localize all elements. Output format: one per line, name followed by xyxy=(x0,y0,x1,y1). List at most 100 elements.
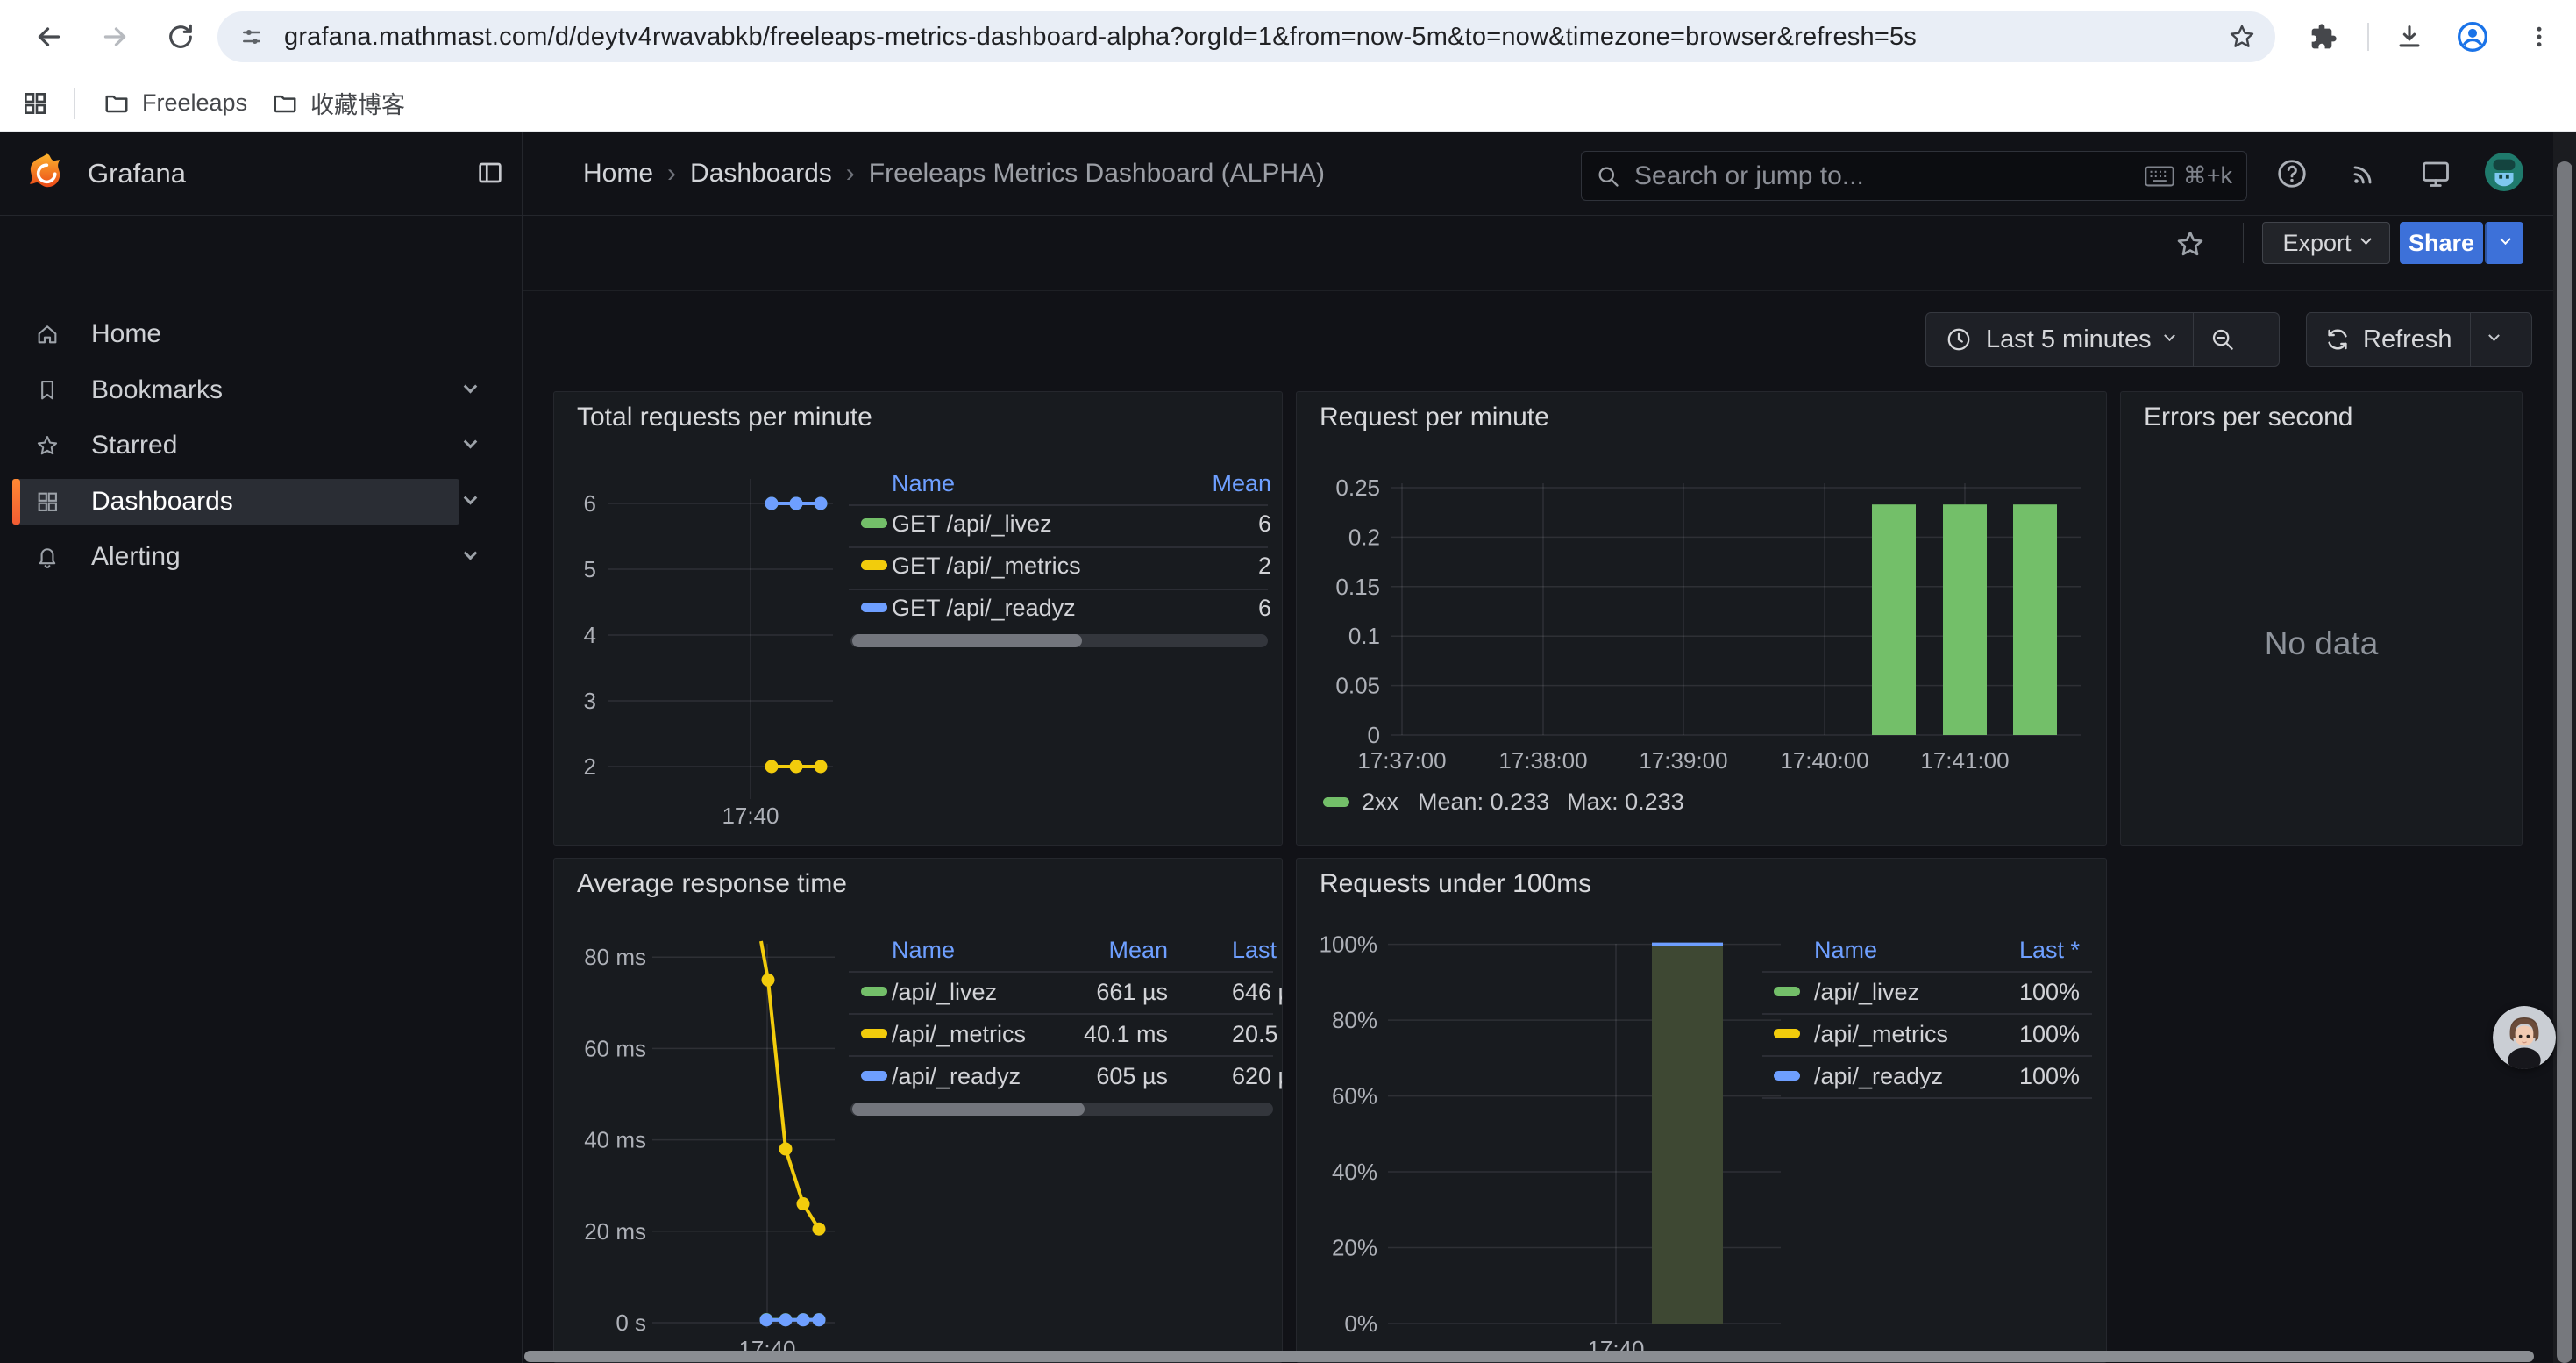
extensions-icon[interactable] xyxy=(2297,11,2350,63)
favorite-dashboard-button[interactable] xyxy=(2167,221,2213,267)
series-max: Max: 0.233 xyxy=(1567,789,1684,816)
time-range-group: Last 5 minutes xyxy=(1925,312,2280,367)
bookmark-folder-freeleaps[interactable]: Freeleaps xyxy=(95,82,256,124)
help-icon[interactable] xyxy=(2273,154,2311,193)
search-box[interactable]: ⌘+k xyxy=(1581,151,2247,201)
chevron-down-icon[interactable] xyxy=(466,438,475,453)
sidebar: Home Bookmarks Starred Dashboards Alerti xyxy=(0,215,522,1363)
chevron-down-icon xyxy=(2488,330,2500,341)
monitor-icon[interactable] xyxy=(2416,154,2455,193)
panel-requests-under-100ms: 100%80%60%40%20%0%17:40 Requests under 1… xyxy=(1296,858,2107,1363)
sidebar-item-label: Home xyxy=(91,319,161,349)
chevron-down-icon xyxy=(2164,330,2175,341)
no-data-message: No data xyxy=(2121,625,2522,662)
request-per-minute-chart[interactable]: 0.250.20.150.10.05017:37:0017:38:0017:39… xyxy=(1297,392,2107,846)
legend-row-2xx[interactable]: 2xx Mean: 0.233 Max: 0.233 xyxy=(1323,789,1684,816)
panel-total-requests: 6543217:40 Total requests per minute Nam… xyxy=(553,391,1283,846)
toolbar-border xyxy=(523,290,2576,291)
panel-title[interactable]: Errors per second xyxy=(2144,403,2352,432)
svg-text:17:38:00: 17:38:00 xyxy=(1498,747,1587,774)
svg-text:0.05: 0.05 xyxy=(1335,673,1380,699)
sidebar-item-home[interactable]: Home xyxy=(12,311,459,357)
svg-text:17:40:00: 17:40:00 xyxy=(1780,747,1868,774)
svg-text:0.15: 0.15 xyxy=(1335,574,1380,600)
dock-menu-icon[interactable] xyxy=(476,159,504,187)
panel-title[interactable]: Total requests per minute xyxy=(577,403,872,432)
total-requests-chart[interactable]: 6543217:40 xyxy=(554,392,1283,846)
svg-text:0: 0 xyxy=(1368,722,1380,748)
vertical-scrollbar[interactable] xyxy=(2553,132,2576,1363)
chevron-down-icon[interactable] xyxy=(466,382,475,398)
svg-text:6: 6 xyxy=(584,490,596,517)
forward-icon[interactable] xyxy=(89,11,141,63)
series-name: 2xx xyxy=(1362,789,1398,816)
folder-icon xyxy=(272,89,298,116)
star-icon xyxy=(35,433,60,458)
sidebar-item-dashboards[interactable]: Dashboards xyxy=(12,479,459,525)
panel-title[interactable]: Average response time xyxy=(577,869,847,899)
profile-icon[interactable] xyxy=(2446,11,2499,63)
grafana-logo[interactable] xyxy=(25,151,68,196)
export-button[interactable]: Export xyxy=(2262,222,2390,264)
sidebar-item-alerting[interactable]: Alerting xyxy=(12,534,459,580)
refresh-interval-dropdown[interactable] xyxy=(2471,313,2518,366)
star-icon xyxy=(2174,228,2206,260)
site-settings-icon[interactable] xyxy=(238,24,265,50)
requests-under-100ms-chart[interactable]: 100%80%60%40%20%0%17:40 xyxy=(1297,859,2107,1363)
bell-icon xyxy=(35,545,60,569)
folder-icon xyxy=(103,89,130,116)
vertical-scrollbar-thumb[interactable] xyxy=(2557,161,2572,1363)
refresh-label: Refresh xyxy=(2363,325,2452,354)
svg-text:100%: 100% xyxy=(1320,931,1378,958)
sidebar-item-bookmarks[interactable]: Bookmarks xyxy=(12,368,459,413)
breadcrumb-home[interactable]: Home xyxy=(583,159,653,189)
user-avatar[interactable] xyxy=(2485,153,2523,191)
back-icon[interactable] xyxy=(23,11,75,63)
sidebar-item-label: Bookmarks xyxy=(91,375,223,405)
zoom-out-button[interactable] xyxy=(2194,313,2252,366)
bookmark-star-icon[interactable] xyxy=(2228,23,2256,51)
bookmark-icon xyxy=(35,378,60,403)
assistant-avatar-widget[interactable] xyxy=(2493,1006,2556,1069)
reload-icon[interactable] xyxy=(154,11,207,63)
refresh-icon xyxy=(2324,326,2351,353)
chevron-down-icon[interactable] xyxy=(466,494,475,510)
series-color-pill xyxy=(1323,797,1349,807)
svg-text:20 ms: 20 ms xyxy=(584,1218,646,1245)
svg-text:40 ms: 40 ms xyxy=(584,1127,646,1153)
svg-text:0%: 0% xyxy=(1344,1310,1377,1337)
keyboard-icon xyxy=(2145,165,2174,188)
address-bar[interactable]: grafana.mathmast.com/d/deytv4rwavabkb/fr… xyxy=(217,11,2275,62)
bookmarks-divider xyxy=(74,88,75,119)
sidebar-item-starred[interactable]: Starred xyxy=(12,423,459,468)
time-range-label: Last 5 minutes xyxy=(1986,325,2152,354)
svg-text:40%: 40% xyxy=(1332,1159,1377,1185)
refresh-button[interactable]: Refresh xyxy=(2307,313,2470,366)
share-dropdown-button[interactable] xyxy=(2485,222,2523,264)
svg-text:0.1: 0.1 xyxy=(1348,623,1380,649)
download-icon[interactable] xyxy=(2383,11,2436,63)
chevron-down-icon[interactable] xyxy=(466,549,475,565)
bookmark-folder-blogs[interactable]: 收藏博客 xyxy=(263,82,414,124)
url-text[interactable]: grafana.mathmast.com/d/deytv4rwavabkb/fr… xyxy=(284,23,2228,52)
browser-menu-icon[interactable] xyxy=(2513,11,2565,63)
search-input[interactable] xyxy=(1633,161,2145,192)
zoom-out-icon xyxy=(2210,326,2236,353)
horizontal-scrollbar[interactable] xyxy=(524,1351,2534,1362)
svg-text:0.2: 0.2 xyxy=(1348,524,1380,550)
apps-grid-icon[interactable] xyxy=(21,89,49,118)
breadcrumb-dashboards[interactable]: Dashboards xyxy=(690,159,832,189)
svg-text:17:37:00: 17:37:00 xyxy=(1357,747,1446,774)
share-button[interactable]: Share xyxy=(2400,222,2483,264)
bookmark-folder-label: Freeleaps xyxy=(142,89,247,117)
time-range-picker[interactable]: Last 5 minutes xyxy=(1926,313,2193,366)
panel-title[interactable]: Requests under 100ms xyxy=(1320,869,1591,899)
news-rss-icon[interactable] xyxy=(2345,154,2383,193)
panel-title[interactable]: Request per minute xyxy=(1320,403,1549,432)
svg-text:80 ms: 80 ms xyxy=(584,944,646,970)
brand-name[interactable]: Grafana xyxy=(88,158,186,189)
svg-text:5: 5 xyxy=(584,556,596,582)
refresh-group: Refresh xyxy=(2306,312,2532,367)
svg-text:80%: 80% xyxy=(1332,1007,1377,1033)
average-response-time-chart[interactable]: 80 ms60 ms40 ms20 ms0 s17:40 xyxy=(554,859,1283,1363)
